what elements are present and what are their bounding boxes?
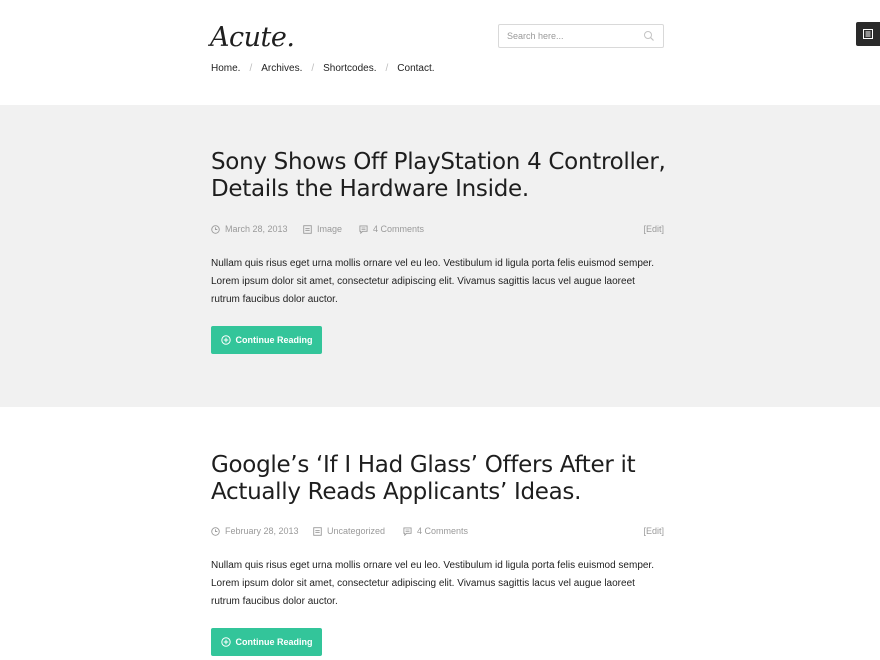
post-edit-link[interactable]: [Edit] — [643, 224, 664, 234]
nav-item-shortcodes[interactable]: Shortcodes. — [323, 63, 376, 74]
post-title[interactable]: Sony Shows Off PlayStation 4 Controller,… — [211, 149, 671, 203]
search-box — [498, 24, 664, 48]
post-title[interactable]: Google’s ‘If I Had Glass’ Offers After i… — [211, 452, 671, 506]
search-input[interactable] — [499, 25, 639, 47]
post-date-text: February 28, 2013 — [225, 526, 299, 536]
nav-item-contact[interactable]: Contact. — [397, 63, 434, 74]
post-edit-link[interactable]: [Edit] — [643, 526, 664, 536]
nav-separator: / — [385, 63, 389, 74]
post-comments-text: 4 Comments — [417, 526, 469, 536]
image-format-icon — [313, 526, 322, 536]
search-icon[interactable] — [643, 30, 655, 42]
continue-reading-button[interactable]: Continue Reading — [211, 628, 322, 656]
post-format[interactable]: Uncategorized — [313, 526, 385, 536]
post-meta: March 28, 2013 Image 4 Comments [Edit] — [211, 224, 664, 238]
clock-icon — [211, 224, 220, 234]
image-format-icon — [303, 224, 312, 234]
post-article: Google’s ‘If I Had Glass’ Offers After i… — [0, 407, 880, 660]
plus-circle-icon — [220, 335, 231, 345]
post-date[interactable]: February 28, 2013 — [211, 526, 299, 536]
post-format-text: Image — [317, 224, 343, 234]
main-navigation: Home. / Archives. / Shortcodes. / Contact. — [211, 63, 435, 74]
nav-separator: / — [249, 63, 253, 74]
continue-reading-button[interactable]: Continue Reading — [211, 326, 322, 354]
post-meta: February 28, 2013 Uncategorized 4 Commen… — [211, 526, 664, 540]
post-date[interactable]: March 28, 2013 — [211, 224, 288, 234]
post-comments[interactable]: 4 Comments — [359, 224, 424, 234]
post-title-line: Google’s ‘If I Had Glass’ Offers After i… — [211, 452, 636, 478]
post-date-text: March 28, 2013 — [225, 224, 288, 234]
post-title-line: Details the Hardware Inside. — [211, 176, 529, 202]
menu-icon — [863, 29, 873, 39]
nav-item-archives[interactable]: Archives. — [261, 63, 302, 74]
site-logo[interactable]: Acute. — [210, 22, 295, 53]
clock-icon — [211, 526, 220, 536]
post-title-line: Sony Shows Off PlayStation 4 Controller, — [211, 149, 666, 175]
nav-item-home[interactable]: Home. — [211, 63, 240, 74]
plus-circle-icon — [220, 637, 231, 647]
post-excerpt: Nullam quis risus eget urna mollis ornar… — [211, 258, 654, 305]
site-header: Acute. Home. / Archives. / Shortcodes. / Conta… — [0, 0, 880, 105]
post-format[interactable]: Image — [303, 224, 342, 234]
comment-icon — [359, 224, 368, 234]
comment-icon — [403, 526, 412, 536]
continue-reading-label: Continue Reading — [235, 335, 313, 345]
post-comments[interactable]: 4 Comments — [403, 526, 468, 536]
post-excerpt: Nullam quis risus eget urna mollis ornar… — [211, 560, 654, 607]
continue-reading-label: Continue Reading — [235, 637, 313, 647]
post-comments-text: 4 Comments — [373, 224, 425, 234]
post-article: Sony Shows Off PlayStation 4 Controller,… — [0, 105, 880, 407]
menu-toggle-button[interactable] — [856, 22, 880, 46]
nav-separator: / — [311, 63, 315, 74]
post-title-line: Actually Reads Applicants’ Ideas. — [211, 479, 582, 505]
post-format-text: Uncategorized — [327, 526, 386, 536]
